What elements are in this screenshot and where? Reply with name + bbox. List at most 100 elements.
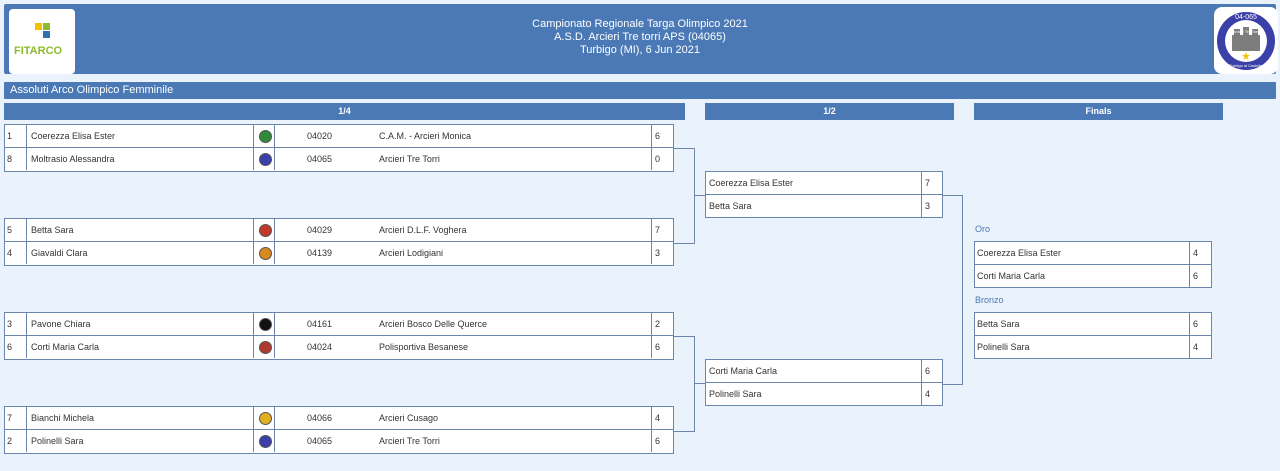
gold-label: Oro bbox=[975, 224, 991, 234]
archer-name: Coerezza Elisa Ester bbox=[977, 248, 1062, 258]
score: 7 bbox=[921, 172, 943, 194]
club-name: Arcieri Bosco Delle Querce bbox=[379, 319, 488, 329]
seed-number: 6 bbox=[5, 336, 27, 358]
quarterfinal-match-3: 3 Pavone Chiara 04161 Arcieri Bosco Delle Q… bbox=[4, 312, 674, 360]
score: 7 bbox=[651, 219, 674, 241]
archer-name: Pavone Chiara bbox=[31, 319, 91, 329]
club-flag bbox=[253, 148, 275, 170]
bracket-connector bbox=[943, 195, 963, 385]
final-row[interactable]: Corti Maria Carla 6 bbox=[975, 265, 1211, 288]
archer-name: Moltrasio Alessandra bbox=[31, 154, 115, 164]
seed-number: 5 bbox=[5, 219, 27, 241]
archer-row[interactable]: 7 Bianchi Michela 04066 Arcieri Cusago 4 bbox=[5, 407, 673, 430]
score: 4 bbox=[921, 383, 943, 405]
archer-name: Corti Maria Carla bbox=[709, 366, 778, 376]
score: 4 bbox=[1189, 336, 1211, 358]
score: 6 bbox=[651, 430, 674, 452]
final-row[interactable]: Betta Sara 6 bbox=[975, 313, 1211, 336]
tre-torri-logo-icon bbox=[259, 435, 272, 448]
club-name: Polisportiva Besanese bbox=[379, 342, 469, 352]
competition-title: Campionato Regionale Targa Olimpico 2021 bbox=[532, 18, 748, 30]
svg-text:Turbigo al Castello: Turbigo al Castello bbox=[1229, 63, 1263, 68]
col-header-quarterfinals: 1/4 bbox=[4, 103, 685, 120]
club-name: Arcieri Tre Torri bbox=[379, 436, 440, 446]
besanese-logo-icon bbox=[259, 341, 272, 354]
gold-final-match: Coerezza Elisa Ester 4 Corti Maria Carla 6 bbox=[974, 241, 1212, 288]
page-header: FITARCO Campionato Regionale Targa Olimp… bbox=[4, 4, 1278, 74]
organizer: A.S.D. Arcieri Tre torri APS (04065) bbox=[554, 31, 726, 43]
club-code: 04024 bbox=[307, 342, 333, 352]
archer-row[interactable]: 5 Betta Sara 04029 Arcieri D.L.F. Voghera 7 bbox=[5, 219, 673, 242]
svg-text:04-065: 04-065 bbox=[1235, 14, 1257, 21]
archer-name: Polinelli Sara bbox=[709, 389, 762, 399]
dlf-voghera-logo-icon bbox=[259, 224, 272, 237]
category-title: Assoluti Arco Olimpico Femminile bbox=[4, 82, 1276, 99]
score: 6 bbox=[651, 125, 674, 147]
seed-number: 3 bbox=[5, 313, 27, 335]
seed-number: 8 bbox=[5, 148, 27, 170]
archer-name: Betta Sara bbox=[977, 319, 1020, 329]
quarterfinal-match-4: 7 Bianchi Michela 04066 Arcieri Cusago 4 2 Pol… bbox=[4, 406, 674, 454]
bracket-connector bbox=[694, 383, 705, 384]
club-code: 04020 bbox=[307, 131, 333, 141]
svg-text:Arcieri Tre Torri: Arcieri Tre Torri bbox=[1232, 29, 1259, 34]
final-row[interactable]: Coerezza Elisa Ester 4 bbox=[975, 242, 1211, 265]
archer-row[interactable]: 4 Giavaldi Clara 04139 Arcieri Lodigiani 3 bbox=[5, 242, 673, 265]
bracket-connector bbox=[674, 148, 695, 244]
semifinal-row[interactable]: Polinelli Sara 4 bbox=[706, 383, 942, 406]
archer-row[interactable]: 1 Coerezza Elisa Ester 04020 C.A.M. - Arcie… bbox=[5, 125, 673, 148]
club-code: 04065 bbox=[307, 154, 333, 164]
club-name: Arcieri Tre Torri bbox=[379, 154, 440, 164]
bronze-label: Bronzo bbox=[975, 295, 1004, 305]
col-header-semifinals: 1/2 bbox=[705, 103, 954, 120]
bracket-connector bbox=[674, 336, 695, 432]
semifinal-row[interactable]: Betta Sara 3 bbox=[706, 195, 942, 218]
score: 0 bbox=[651, 148, 674, 170]
archer-name: Corti Maria Carla bbox=[31, 342, 100, 352]
archer-row[interactable]: 2 Polinelli Sara 04065 Arcieri Tre Torri 6 bbox=[5, 430, 673, 453]
club-flag bbox=[253, 125, 275, 147]
club-code: 04139 bbox=[307, 248, 333, 258]
final-row[interactable]: Polinelli Sara 4 bbox=[975, 336, 1211, 359]
venue-date: Turbigo (MI), 6 Jun 2021 bbox=[579, 44, 701, 56]
quarterfinal-match-2: 5 Betta Sara 04029 Arcieri D.L.F. Voghera 7 4… bbox=[4, 218, 674, 266]
archer-name: Giavaldi Clara bbox=[31, 248, 88, 258]
semifinal-row[interactable]: Corti Maria Carla 6 bbox=[706, 360, 942, 383]
club-code: 04066 bbox=[307, 413, 333, 423]
bosco-querce-logo-icon bbox=[259, 318, 272, 331]
club-flag bbox=[253, 430, 275, 452]
cam-monica-logo-icon bbox=[259, 130, 272, 143]
score: 4 bbox=[651, 407, 674, 429]
score: 3 bbox=[921, 195, 943, 217]
archer-row[interactable]: 8 Moltrasio Alessandra 04065 Arcieri Tre To… bbox=[5, 148, 673, 171]
archer-name: Betta Sara bbox=[709, 201, 752, 211]
club-code: 04029 bbox=[307, 225, 333, 235]
score: 6 bbox=[651, 336, 674, 358]
archer-row[interactable]: 6 Corti Maria Carla 04024 Polisportiva Besa… bbox=[5, 336, 673, 359]
score: 6 bbox=[921, 360, 943, 382]
score: 6 bbox=[1189, 313, 1211, 335]
archer-name: Coerezza Elisa Ester bbox=[709, 178, 794, 188]
cusago-logo-icon bbox=[259, 412, 272, 425]
archer-row[interactable]: 3 Pavone Chiara 04161 Arcieri Bosco Delle Q… bbox=[5, 313, 673, 336]
bronze-final-match: Betta Sara 6 Polinelli Sara 4 bbox=[974, 312, 1212, 359]
club-logo[interactable]: 04-065 Arcieri Tre Torri Turbigo al Cast… bbox=[1214, 7, 1278, 74]
competition-info: Campionato Regionale Targa Olimpico 2021… bbox=[4, 18, 1276, 57]
archer-name: Betta Sara bbox=[31, 225, 74, 235]
bracket-connector bbox=[694, 195, 705, 196]
club-flag bbox=[253, 313, 275, 335]
club-flag bbox=[253, 407, 275, 429]
score: 4 bbox=[1189, 242, 1211, 264]
score: 3 bbox=[651, 242, 674, 264]
archer-name: Bianchi Michela bbox=[31, 413, 95, 423]
club-name: Arcieri Cusago bbox=[379, 413, 439, 423]
club-flag bbox=[253, 219, 275, 241]
seed-number: 2 bbox=[5, 430, 27, 452]
semifinal-match-2: Corti Maria Carla 6 Polinelli Sara 4 bbox=[705, 359, 943, 406]
seed-number: 1 bbox=[5, 125, 27, 147]
semifinal-match-1: Coerezza Elisa Ester 7 Betta Sara 3 bbox=[705, 171, 943, 218]
archer-name: Coerezza Elisa Ester bbox=[31, 131, 116, 141]
quarterfinal-match-1: 1 Coerezza Elisa Ester 04020 C.A.M. - Arcie… bbox=[4, 124, 674, 172]
semifinal-row[interactable]: Coerezza Elisa Ester 7 bbox=[706, 172, 942, 195]
seed-number: 7 bbox=[5, 407, 27, 429]
